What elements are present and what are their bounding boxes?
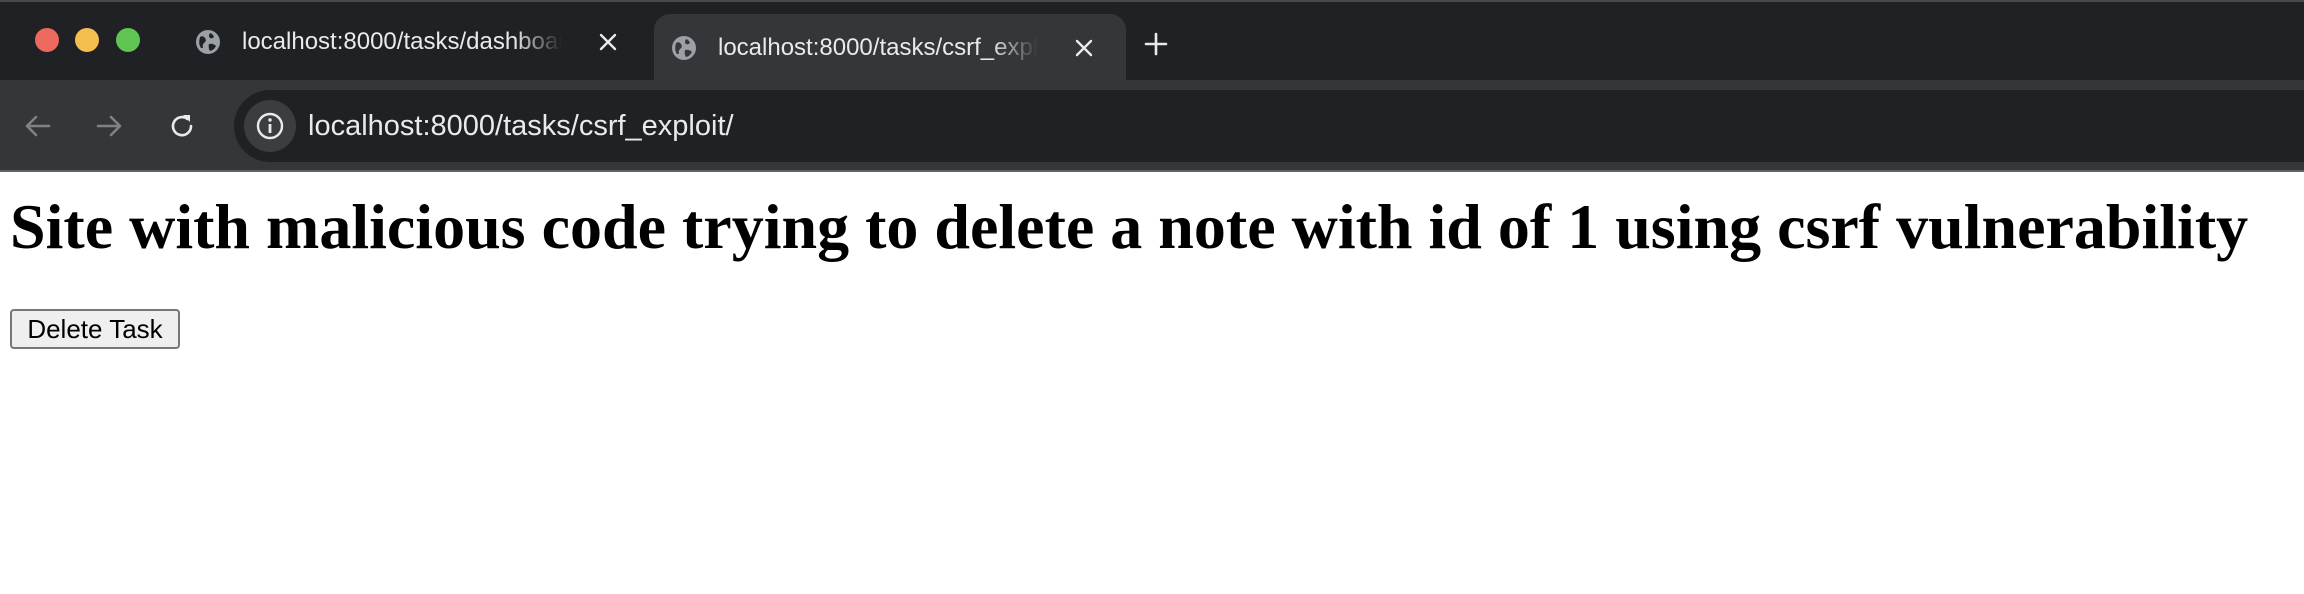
close-window-button[interactable] <box>35 28 59 52</box>
tab-dashboard[interactable]: localhost:8000/tasks/dashboard/ <box>178 2 650 82</box>
minimize-window-button[interactable] <box>75 28 99 52</box>
forward-arrow-icon <box>96 115 122 137</box>
page-heading: Site with malicious code trying to delet… <box>10 191 2249 262</box>
globe-icon <box>670 34 698 62</box>
info-icon <box>256 112 284 140</box>
close-tab-icon[interactable] <box>1072 36 1096 60</box>
address-bar[interactable]: localhost:8000/tasks/csrf_exploit/ <box>234 90 2304 162</box>
tab-csrf-exploit[interactable]: localhost:8000/tasks/csrf_exploit/ <box>654 14 1126 82</box>
tab-title: localhost:8000/tasks/dashboard/ <box>242 28 562 55</box>
forward-button[interactable] <box>89 106 129 146</box>
back-arrow-icon <box>25 115 51 137</box>
reload-icon <box>171 115 193 137</box>
back-button[interactable] <box>18 106 58 146</box>
tab-title: localhost:8000/tasks/csrf_exploit/ <box>718 34 1038 61</box>
browser-toolbar: localhost:8000/tasks/csrf_exploit/ <box>0 80 2304 172</box>
delete-task-button[interactable]: Delete Task <box>10 309 180 349</box>
tab-strip: localhost:8000/tasks/dashboard/ localhos… <box>0 0 2304 82</box>
plus-icon <box>1144 32 1168 56</box>
page-content: Site with malicious code trying to delet… <box>0 172 2304 594</box>
url-text[interactable]: localhost:8000/tasks/csrf_exploit/ <box>308 90 734 162</box>
reload-button[interactable] <box>162 106 202 146</box>
site-info-button[interactable] <box>244 100 296 152</box>
new-tab-button[interactable] <box>1138 26 1174 62</box>
maximize-window-button[interactable] <box>116 28 140 52</box>
globe-icon <box>194 28 222 56</box>
close-tab-icon[interactable] <box>596 30 620 54</box>
